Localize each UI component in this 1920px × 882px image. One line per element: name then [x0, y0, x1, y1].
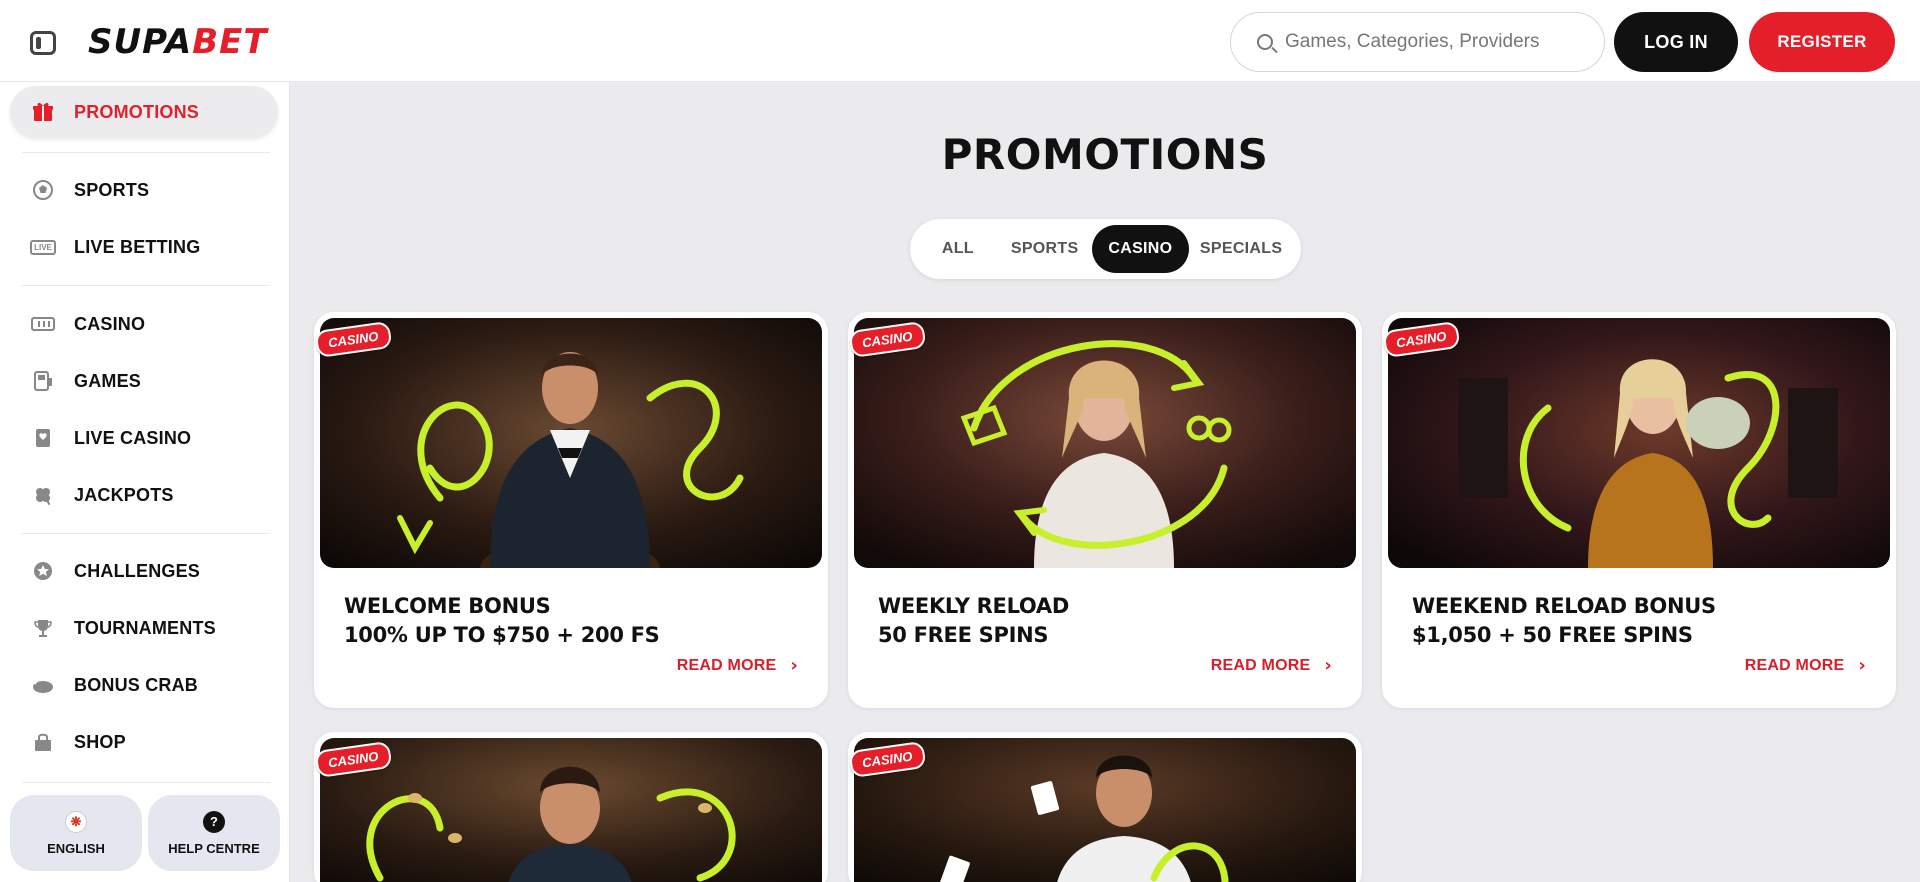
sidebar-item-label: CHALLENGES	[74, 560, 201, 581]
promo-card-title: WEEKLY RELOAD 50 FREE SPINS	[878, 592, 1069, 650]
sidebar-item-games[interactable]: GAMES	[10, 355, 278, 407]
help-icon: ?	[203, 810, 225, 833]
read-more-label: READ MORE	[1210, 656, 1311, 674]
chevron-right-icon: ›	[1324, 655, 1332, 676]
chevron-right-icon: ›	[790, 655, 798, 676]
search-icon	[1257, 34, 1273, 50]
promo-image-woman-cash	[1388, 318, 1890, 568]
promo-card-weekend-reload[interactable]: WEEKEND RELOAD BONUS $1,050 + 50 FREE SP…	[1382, 312, 1896, 708]
playing-card-icon	[30, 427, 56, 449]
help-centre-label: HELP CENTRE	[168, 840, 260, 856]
promo-title-line1: WEEKEND RELOAD BONUS	[1412, 594, 1716, 618]
canada-flag-icon: ❋	[65, 810, 87, 833]
promo-card[interactable]	[848, 732, 1362, 882]
star-badge-icon	[30, 560, 56, 582]
tab-specials[interactable]: SPECIALS	[1189, 225, 1293, 273]
promo-card-title: WEEKEND RELOAD BONUS $1,050 + 50 FREE SP…	[1412, 592, 1716, 650]
search-input[interactable]	[1285, 31, 1585, 53]
login-button[interactable]: LOG IN	[1614, 12, 1738, 72]
promo-card-weekly-reload[interactable]: WEEKLY RELOAD 50 FREE SPINS READ MORE ›	[848, 312, 1362, 708]
clover-icon	[30, 484, 56, 506]
shopping-bag-icon	[30, 731, 56, 753]
sidebar-item-label: PROMOTIONS	[74, 101, 200, 122]
page-title: PROMOTIONS	[941, 130, 1269, 179]
sidebar-item-label: LIVE BETTING	[74, 236, 201, 257]
gift-icon	[30, 101, 56, 123]
crab-icon	[30, 674, 56, 696]
language-label: ENGLISH	[47, 840, 105, 856]
promo-image-woman-arrows	[854, 318, 1356, 568]
divider	[22, 782, 270, 783]
sidebar-item-live-casino[interactable]: LIVE CASINO	[10, 412, 278, 464]
tab-sports[interactable]: SPORTS	[998, 225, 1092, 273]
soccer-ball-icon	[30, 179, 56, 201]
sidebar-item-casino[interactable]: CASINO	[10, 298, 278, 350]
promo-card[interactable]	[314, 732, 828, 882]
read-more-link[interactable]: READ MORE ›	[1211, 655, 1332, 676]
sidebar-item-sports[interactable]: SPORTS	[10, 164, 278, 216]
divider	[22, 533, 270, 534]
read-more-label: READ MORE	[676, 656, 777, 674]
promo-title-line1: WEEKLY RELOAD	[878, 594, 1069, 618]
sidebar-item-tournaments[interactable]: TOURNAMENTS	[10, 602, 278, 654]
help-centre-button[interactable]: ? HELP CENTRE	[148, 795, 280, 871]
sidebar-item-promotions[interactable]: PROMOTIONS	[10, 86, 278, 138]
sidebar-item-label: SPORTS	[74, 179, 150, 200]
promo-title-line2: 100% UP TO $750 + 200 FS	[344, 623, 660, 647]
logo-text-supa: SUPA	[88, 22, 193, 62]
promo-card-title: WELCOME BONUS 100% UP TO $750 + 200 FS	[344, 592, 660, 650]
read-more-link[interactable]: READ MORE ›	[1745, 655, 1866, 676]
read-more-link[interactable]: READ MORE ›	[677, 655, 798, 676]
promo-filter-tabs: ALL SPORTS CASINO SPECIALS	[910, 219, 1301, 279]
sidebar-item-label: GAMES	[74, 370, 142, 391]
promo-image-man-coins	[320, 738, 822, 882]
sidebar-item-jackpots[interactable]: JACKPOTS	[10, 469, 278, 521]
trophy-icon	[30, 617, 56, 639]
sidebar-item-label: LIVE CASINO	[74, 427, 192, 448]
promo-image-dealer-roulette	[320, 318, 822, 568]
sidebar-item-challenges[interactable]: CHALLENGES	[10, 545, 278, 597]
divider	[22, 285, 270, 286]
sidebar-item-bonus-crab[interactable]: BONUS CRAB	[10, 659, 278, 711]
logo-text-bet: BET	[192, 22, 268, 62]
sidebar-item-label: TOURNAMENTS	[74, 617, 216, 638]
read-more-label: READ MORE	[1744, 656, 1845, 674]
tab-casino[interactable]: CASINO	[1091, 225, 1190, 273]
sidebar-item-label: CASINO	[74, 313, 146, 334]
divider	[22, 152, 270, 153]
promo-title-line2: 50 FREE SPINS	[878, 623, 1049, 647]
register-button[interactable]: REGISTER	[1749, 12, 1895, 72]
sidebar: PROMOTIONS SPORTS LIVE LIVE BETTING CASI…	[0, 82, 290, 882]
sidebar-item-live-betting[interactable]: LIVE LIVE BETTING	[10, 221, 278, 273]
promo-card-welcome-bonus[interactable]: WELCOME BONUS 100% UP TO $750 + 200 FS R…	[314, 312, 828, 708]
sidebar-item-shop[interactable]: SHOP	[10, 716, 278, 768]
language-button[interactable]: ❋ ENGLISH	[10, 795, 142, 871]
sidebar-item-label: JACKPOTS	[74, 484, 174, 505]
chevron-right-icon: ›	[1858, 655, 1866, 676]
supabet-logo[interactable]: SUPABET	[88, 22, 268, 62]
tab-all[interactable]: ALL	[918, 225, 998, 273]
sidebar-item-label: SHOP	[74, 731, 126, 752]
promo-title-line1: WELCOME BONUS	[344, 594, 551, 618]
live-icon: LIVE	[30, 236, 56, 258]
search-bar[interactable]	[1230, 12, 1605, 72]
slot-machine-icon	[30, 313, 56, 335]
top-header: SUPABET LOG IN REGISTER	[0, 0, 1920, 82]
sidebar-toggle-icon[interactable]	[30, 31, 56, 55]
arcade-icon	[30, 370, 56, 392]
promo-title-line2: $1,050 + 50 FREE SPINS	[1412, 623, 1693, 647]
promo-image-dealer-cards	[854, 738, 1356, 882]
sidebar-item-label: BONUS CRAB	[74, 674, 199, 695]
